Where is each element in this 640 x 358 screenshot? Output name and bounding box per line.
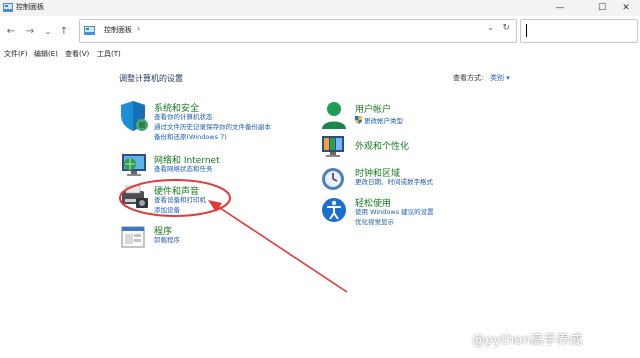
address-dropdown-icon[interactable]: ⌄ bbox=[487, 23, 494, 32]
menu-file[interactable]: 文件(F) bbox=[4, 49, 28, 59]
search-box[interactable] bbox=[520, 19, 638, 43]
security-shield-icon[interactable] bbox=[120, 100, 150, 134]
content-area: 调整计算机的设置 查看方式: 类别 ▾ 系统和安全 查看你的计算机状态 通过文件… bbox=[0, 62, 640, 358]
menu-view[interactable]: 查看(V) bbox=[65, 49, 89, 59]
control-panel-icon bbox=[84, 26, 95, 35]
watermark-text: @python高手养成 bbox=[472, 333, 583, 348]
menu-tools[interactable]: 工具(T) bbox=[97, 49, 121, 59]
menu-edit[interactable]: 编辑(E) bbox=[34, 49, 58, 59]
maximize-button[interactable]: ☐ bbox=[590, 1, 614, 14]
link-optimize-visual-display[interactable]: 优化视觉显示 bbox=[355, 218, 394, 227]
minimize-button[interactable]: — bbox=[548, 1, 572, 14]
recent-locations-dropdown-icon[interactable]: ⌄ bbox=[41, 24, 55, 38]
page-title: 调整计算机的设置 bbox=[119, 74, 183, 83]
programs-icon[interactable] bbox=[120, 223, 150, 251]
ease-of-access-icon[interactable] bbox=[320, 196, 348, 224]
breadcrumb-chevron-icon[interactable]: › bbox=[137, 24, 140, 33]
back-arrow-icon[interactable]: ← bbox=[4, 24, 18, 38]
printer-icon[interactable] bbox=[120, 183, 150, 211]
link-file-history-backup[interactable]: 通过文件历史记录保存你的文件备份副本 bbox=[154, 123, 271, 132]
link-windows-recommended-settings[interactable]: 使用 Windows 建议的设置 bbox=[355, 208, 434, 217]
refresh-icon[interactable]: ↻ bbox=[502, 23, 510, 33]
close-button[interactable]: ✕ bbox=[614, 1, 638, 14]
view-by-label: 查看方式: bbox=[453, 74, 484, 82]
window-title: 控制面板 bbox=[16, 3, 44, 11]
clock-globe-icon[interactable] bbox=[320, 165, 348, 193]
link-backup-restore[interactable]: 备份和还原(Windows 7) bbox=[154, 133, 227, 142]
breadcrumb-control-panel[interactable]: 控制面板 bbox=[104, 25, 132, 35]
text-caret bbox=[526, 24, 527, 37]
link-change-account-type-label: 更改帐户类型 bbox=[364, 117, 403, 125]
forward-arrow-icon[interactable]: → bbox=[23, 24, 37, 38]
title-bar: 控制面板 — ☐ ✕ bbox=[0, 0, 640, 16]
link-devices-printers[interactable]: 查看设备和打印机 bbox=[154, 196, 206, 205]
address-bar[interactable]: 控制面板 › ⌄ ↻ bbox=[79, 19, 517, 43]
menu-bar: 文件(F) 编辑(E) 查看(V) 工具(T) bbox=[0, 46, 640, 62]
search-input[interactable] bbox=[525, 23, 629, 43]
link-change-account-type[interactable]: 更改帐户类型 bbox=[355, 116, 403, 126]
category-user-accounts[interactable]: 用户帐户 bbox=[355, 102, 391, 115]
appearance-monitor-icon[interactable] bbox=[320, 134, 348, 160]
link-add-device[interactable]: 添加设备 bbox=[154, 206, 180, 215]
link-uninstall-program[interactable]: 卸载程序 bbox=[154, 236, 180, 245]
user-accounts-icon[interactable] bbox=[320, 100, 348, 130]
link-change-date-time-format[interactable]: 更改日期、时间或数字格式 bbox=[355, 178, 433, 187]
control-panel-app-icon bbox=[3, 3, 13, 12]
up-arrow-icon[interactable]: ↑ bbox=[57, 24, 71, 38]
network-globe-icon[interactable] bbox=[120, 152, 150, 180]
uac-shield-icon bbox=[355, 116, 362, 124]
category-appearance-personalization[interactable]: 外观和个性化 bbox=[355, 139, 409, 152]
link-network-status[interactable]: 查看网络状态和任务 bbox=[154, 165, 213, 174]
link-view-computer-status[interactable]: 查看你的计算机状态 bbox=[154, 113, 213, 122]
view-by-dropdown[interactable]: 类别 ▾ bbox=[490, 73, 510, 83]
